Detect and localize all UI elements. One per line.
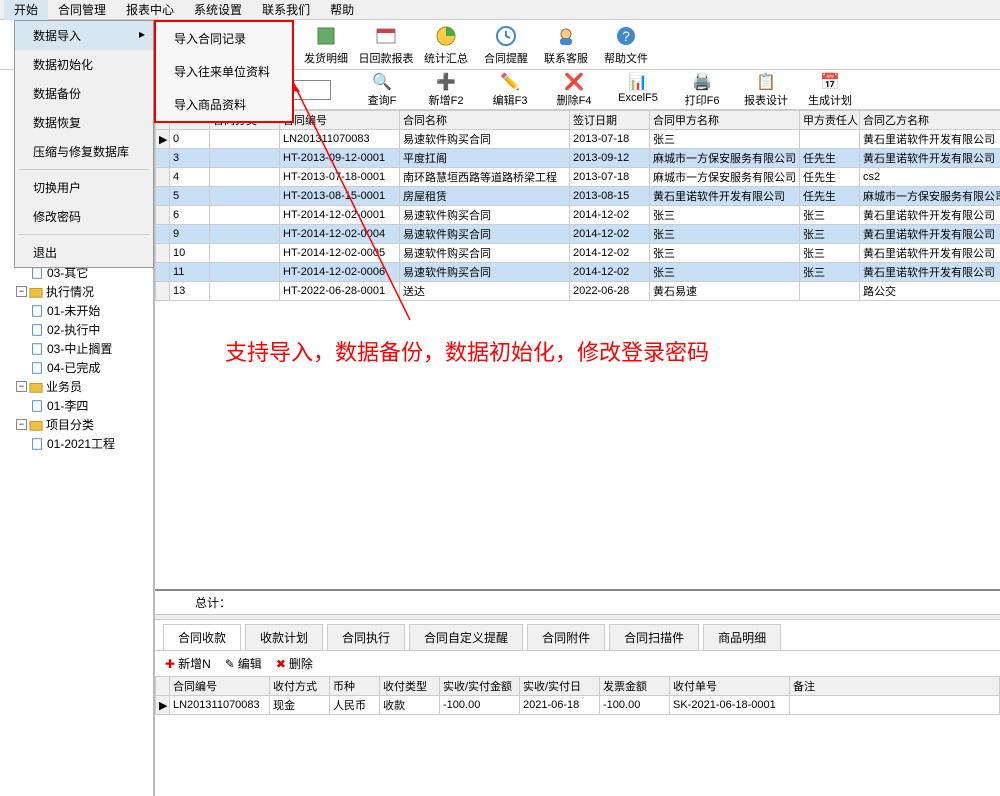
tab-收款计划[interactable]: 收款计划 [245,624,323,650]
detail-grid[interactable]: 合同编号收付方式币种收付类型实收/实付金额实收/实付日发票金额收付单号备注录入人… [155,676,1000,796]
menu-系统设置[interactable]: 系统设置 [184,0,252,20]
col-合同编号[interactable]: 合同编号 [280,111,400,130]
table-row[interactable]: 9HT-2014-12-02-0004易速软件购买合同2014-12-02张三张… [156,225,1000,244]
tree-01-未开始[interactable]: 01-未开始 [0,301,153,320]
search-btn-ExcelF5[interactable]: 📊ExcelF5 [611,72,665,108]
table-row[interactable]: ▶LN201311070083现金人民币收款-100.002021-06-18-… [156,696,1000,715]
search-btn-新增F2[interactable]: ➕新增F2 [419,72,473,108]
search-btn-查询F[interactable]: 🔍查询F [355,72,409,108]
detail-btn-新增N[interactable]: ✚新增N [165,655,211,672]
toolbar-帮助文件[interactable]: ?帮助文件 [596,20,656,69]
tree-01-李四[interactable]: 01-李四 [0,396,153,415]
table-row[interactable]: 10HT-2014-12-02-0005易速软件购买合同2014-12-02张三… [156,244,1000,263]
summary-row: 总计： [155,589,1000,614]
tree-01-2021工程[interactable]: 01-2021工程 [0,434,153,453]
table-row[interactable]: ▶0LN201311070083易速软件购买合同2013-07-18张三黄石里诺… [156,130,1000,149]
toolbar-合同提醒[interactable]: 合同提醒 [476,20,536,69]
col-收付单号[interactable]: 收付单号 [670,677,790,696]
col-备注[interactable]: 备注 [790,677,1000,696]
table-row[interactable]: 6HT-2014-12-02-0001易速软件购买合同2014-12-02张三张… [156,206,1000,225]
main-grid[interactable]: ID合同分类合同编号合同名称签订日期合同甲方名称甲方责任人合同乙方名称▶0LN2… [155,110,1000,589]
tab-合同自定义提醒[interactable]: 合同自定义提醒 [409,624,523,650]
tab-合同收款[interactable]: 合同收款 [163,624,241,650]
tab-合同附件[interactable]: 合同附件 [527,624,605,650]
tree-04-已完成[interactable]: 04-已完成 [0,358,153,377]
tab-商品明细[interactable]: 商品明细 [703,624,781,650]
start-dropdown: 数据导入▸数据初始化数据备份数据恢复压缩与修复数据库切换用户修改密码退出 [14,20,154,268]
dropdown-数据恢复[interactable]: 数据恢复 [15,108,153,137]
table-row[interactable]: 4HT-2013-07-18-0001南环路慧垣西路等道路桥梁工程2013-07… [156,168,1000,187]
menu-报表中心[interactable]: 报表中心 [116,0,184,20]
dropdown-修改密码[interactable]: 修改密码 [15,202,153,231]
search-btn-删除F4[interactable]: ❌删除F4 [547,72,601,108]
tree-执行情况[interactable]: −执行情况 [0,282,153,301]
toolbar-日回款报表[interactable]: 日回款报表 [356,20,416,69]
col-合同甲方名称[interactable]: 合同甲方名称 [650,111,800,130]
menu-合同管理[interactable]: 合同管理 [48,0,116,20]
col-收付方式[interactable]: 收付方式 [270,677,330,696]
detail-btn-删除[interactable]: ✖删除 [276,655,313,672]
dropdown-压缩与修复数据库[interactable]: 压缩与修复数据库 [15,137,153,166]
col-收付类型[interactable]: 收付类型 [380,677,440,696]
submenu-导入合同记录[interactable]: 导入合同记录 [156,22,292,55]
menu-开始[interactable]: 开始 [4,0,48,20]
table-row[interactable]: 5HT-2013-08-15-0001房屋租赁2013-08-15黄石里诺软件开… [156,187,1000,206]
detail-toolbar: ✚新增N ✎编辑 ✖删除 [155,651,1000,676]
col-实收/实付日[interactable]: 实收/实付日 [520,677,600,696]
tab-合同执行[interactable]: 合同执行 [327,624,405,650]
tree-业务员[interactable]: −业务员 [0,377,153,396]
dropdown-数据备份[interactable]: 数据备份 [15,79,153,108]
search-btn-生成计划[interactable]: 📅生成计划 [803,72,857,108]
col-合同编号[interactable]: 合同编号 [170,677,270,696]
col-签订日期[interactable]: 签订日期 [570,111,650,130]
col-币种[interactable]: 币种 [330,677,380,696]
table-row[interactable]: 3HT-2013-09-12-0001平度扛阁2013-09-12麻城市一方保安… [156,149,1000,168]
table-row[interactable]: 13HT-2022-06-28-0001送达2022-06-28黄石易速路公交 [156,282,1000,301]
col-实收/实付金额[interactable]: 实收/实付金额 [440,677,520,696]
menubar: 开始合同管理报表中心系统设置联系我们帮助 [0,0,1000,20]
tab-合同扫描件[interactable]: 合同扫描件 [609,624,699,650]
col-发票金额[interactable]: 发票金额 [600,677,670,696]
submenu-导入往来单位资料[interactable]: 导入往来单位资料 [156,55,292,88]
dropdown-数据初始化[interactable]: 数据初始化 [15,50,153,79]
detail-tabs: 合同收款收款计划合同执行合同自定义提醒合同附件合同扫描件商品明细 [155,620,1000,651]
toolbar-联系客服[interactable]: 联系客服 [536,20,596,69]
submenu-导入商品资料[interactable]: 导入商品资料 [156,88,292,121]
search-btn-打印F6[interactable]: 🖨️打印F6 [675,72,729,108]
table-row[interactable]: 11HT-2014-12-02-0006易速软件购买合同2014-12-02张三… [156,263,1000,282]
svg-text:?: ? [622,28,630,44]
dropdown-退出[interactable]: 退出 [15,238,153,267]
detail-btn-编辑[interactable]: ✎编辑 [225,655,262,672]
search-btn-报表设计[interactable]: 📋报表设计 [739,72,793,108]
menu-帮助[interactable]: 帮助 [320,0,364,20]
menu-联系我们[interactable]: 联系我们 [252,0,320,20]
import-submenu: 导入合同记录导入往来单位资料导入商品资料 [154,20,294,123]
tree-02-执行中[interactable]: 02-执行中 [0,320,153,339]
col-合同名称[interactable]: 合同名称 [400,111,570,130]
search-btn-编辑F3[interactable]: ✏️编辑F3 [483,72,537,108]
toolbar-统计汇总[interactable]: 统计汇总 [416,20,476,69]
tree-03-中止搁置[interactable]: 03-中止搁置 [0,339,153,358]
tree-项目分类[interactable]: −项目分类 [0,415,153,434]
col-[interactable] [156,677,170,696]
dropdown-数据导入[interactable]: 数据导入▸ [15,21,153,50]
toolbar-发货明细[interactable]: 发货明细 [296,20,356,69]
col-甲方责任人[interactable]: 甲方责任人 [800,111,860,130]
col-合同乙方名称[interactable]: 合同乙方名称 [860,111,1000,130]
dropdown-切换用户[interactable]: 切换用户 [15,173,153,202]
